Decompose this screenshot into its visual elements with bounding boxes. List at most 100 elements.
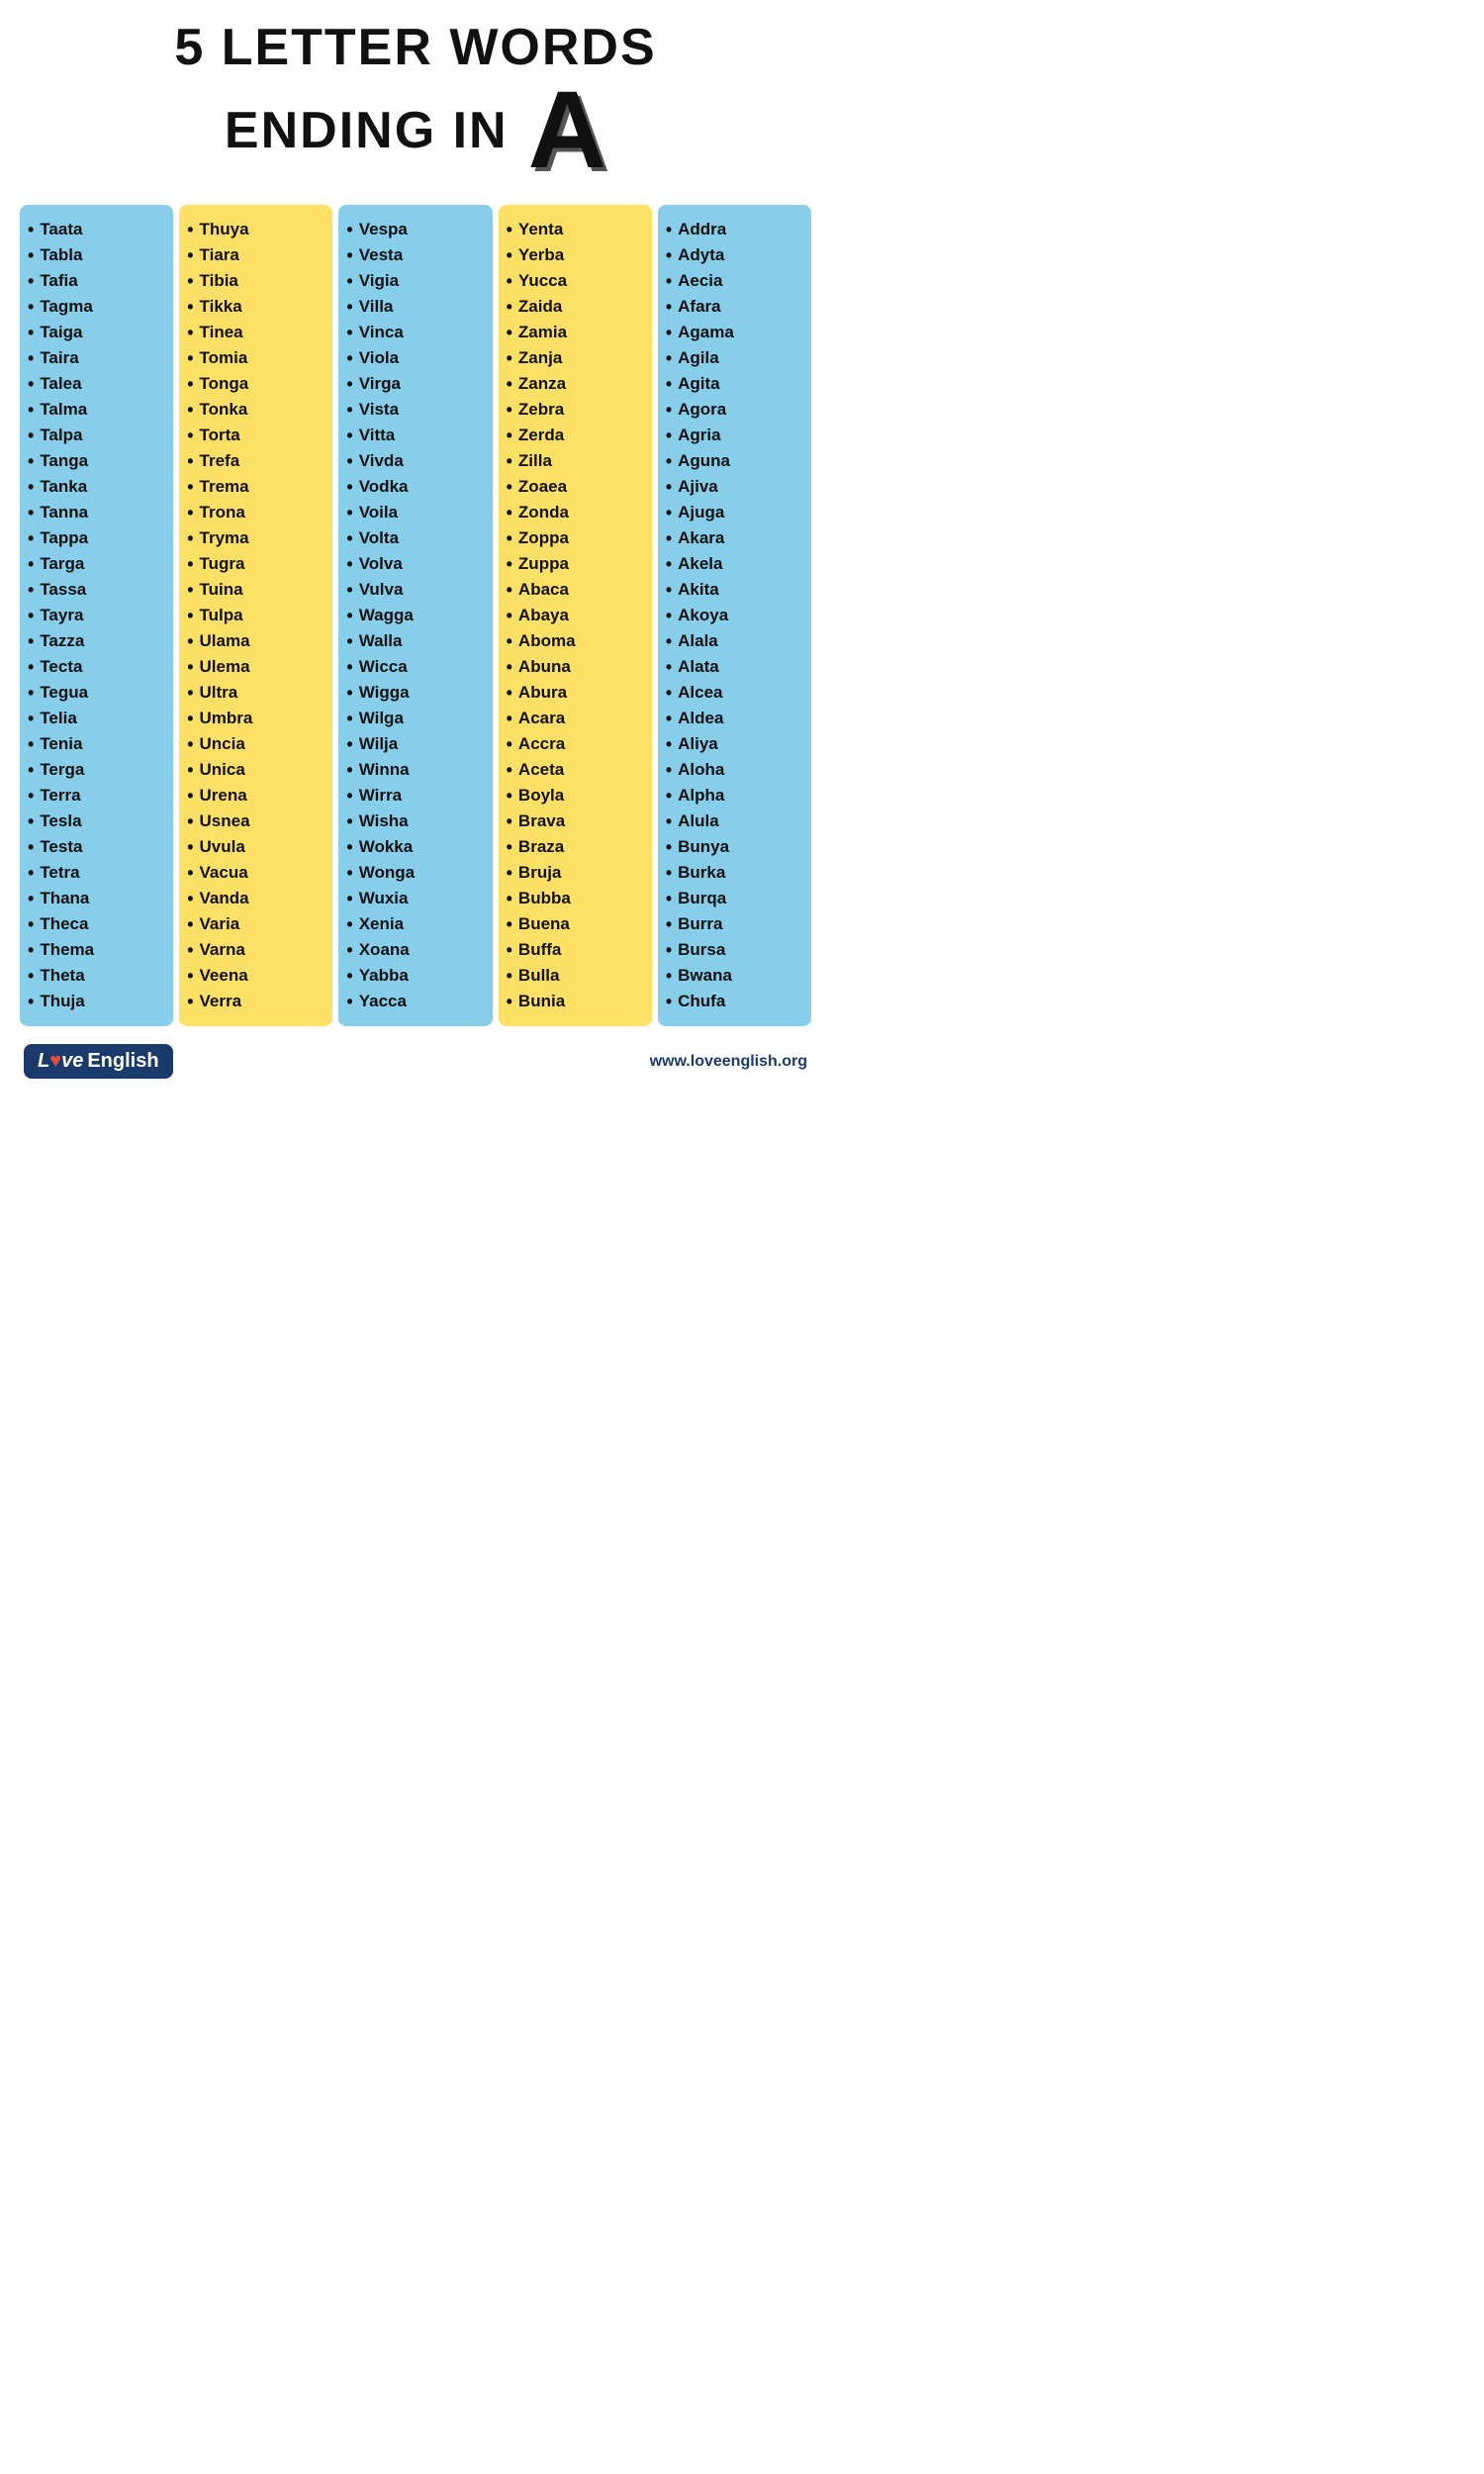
list-item: Theta [28, 963, 165, 989]
word-column-2: VespaVestaVigiaVillaVincaViolaVirgaVista… [338, 205, 492, 1026]
logo-love-text: L♥ve [38, 1050, 83, 1073]
list-item: Bulla [507, 963, 644, 989]
list-item: Tazza [28, 628, 165, 654]
list-item: Tinea [187, 320, 325, 345]
list-item: Terra [28, 783, 165, 809]
list-item: Agria [666, 423, 803, 448]
list-item: Vulva [346, 577, 484, 603]
list-item: Zanza [507, 371, 644, 397]
list-item: Xenia [346, 911, 484, 937]
list-item: Yucca [507, 268, 644, 294]
list-item: Zanja [507, 345, 644, 371]
list-item: Wilga [346, 706, 484, 731]
list-item: Abura [507, 680, 644, 706]
list-item: Tecta [28, 654, 165, 680]
list-item: Unica [187, 757, 325, 783]
list-item: Talea [28, 371, 165, 397]
logo: L♥ve English [24, 1044, 173, 1079]
list-item: Villa [346, 294, 484, 320]
list-item: Tabla [28, 242, 165, 268]
word-column-4: AddraAdytaAeciaAfaraAgamaAgilaAgitaAgora… [658, 205, 811, 1026]
list-item: Agama [666, 320, 803, 345]
list-item: Bursa [666, 937, 803, 963]
list-item: Viola [346, 345, 484, 371]
list-item: Acara [507, 706, 644, 731]
list-item: Buffa [507, 937, 644, 963]
list-item: Taata [28, 217, 165, 242]
list-item: Tanna [28, 500, 165, 525]
footer-url: www.loveenglish.org [650, 1053, 807, 1071]
list-item: Thana [28, 886, 165, 911]
list-item: Ajiva [666, 474, 803, 500]
list-item: Brava [507, 809, 644, 834]
list-item: Tiara [187, 242, 325, 268]
list-item: Virga [346, 371, 484, 397]
list-item: Vigia [346, 268, 484, 294]
list-item: Umbra [187, 706, 325, 731]
list-item: Aceta [507, 757, 644, 783]
list-item: Accra [507, 731, 644, 757]
list-item: Tonga [187, 371, 325, 397]
list-item: Tegua [28, 680, 165, 706]
list-item: Targa [28, 551, 165, 577]
list-item: Vespa [346, 217, 484, 242]
list-item: Terga [28, 757, 165, 783]
list-item: Akela [666, 551, 803, 577]
list-item: Torta [187, 423, 325, 448]
list-item: Uncia [187, 731, 325, 757]
list-item: Wicca [346, 654, 484, 680]
list-item: Zilla [507, 448, 644, 474]
list-item: Vesta [346, 242, 484, 268]
list-item: Varia [187, 911, 325, 937]
list-item: Tugra [187, 551, 325, 577]
list-item: Theca [28, 911, 165, 937]
list-item: Tesla [28, 809, 165, 834]
list-item: Ulema [187, 654, 325, 680]
list-item: Vivda [346, 448, 484, 474]
list-item: Vista [346, 397, 484, 423]
list-item: Thema [28, 937, 165, 963]
list-item: Alcea [666, 680, 803, 706]
list-item: Thuya [187, 217, 325, 242]
list-item: Tetra [28, 860, 165, 886]
list-item: Wigga [346, 680, 484, 706]
list-item: Wirra [346, 783, 484, 809]
list-item: Telia [28, 706, 165, 731]
list-item: Abuna [507, 654, 644, 680]
list-item: Alula [666, 809, 803, 834]
list-item: Volva [346, 551, 484, 577]
list-item: Talpa [28, 423, 165, 448]
list-item: Agita [666, 371, 803, 397]
list-item: Wuxia [346, 886, 484, 911]
list-item: Vodka [346, 474, 484, 500]
list-item: Volta [346, 525, 484, 551]
list-item: Trona [187, 500, 325, 525]
list-item: Winna [346, 757, 484, 783]
list-item: Tassa [28, 577, 165, 603]
list-item: Akara [666, 525, 803, 551]
list-item: Zerda [507, 423, 644, 448]
list-item: Tibia [187, 268, 325, 294]
list-item: Talma [28, 397, 165, 423]
list-item: Wokka [346, 834, 484, 860]
list-item: Adyta [666, 242, 803, 268]
list-item: Vacua [187, 860, 325, 886]
list-item: Walla [346, 628, 484, 654]
word-column-1: ThuyaTiaraTibiaTikkaTineaTomiaTongaTonka… [179, 205, 332, 1026]
list-item: Agora [666, 397, 803, 423]
list-item: Tenia [28, 731, 165, 757]
list-item: Tryma [187, 525, 325, 551]
list-item: Tanka [28, 474, 165, 500]
list-item: Zoppa [507, 525, 644, 551]
list-item: Wilja [346, 731, 484, 757]
list-item: Vanda [187, 886, 325, 911]
list-item: Ulama [187, 628, 325, 654]
word-columns: TaataTablaTafiaTagmaTaigaTairaTaleaTalma… [20, 205, 811, 1026]
list-item: Bubba [507, 886, 644, 911]
list-item: Tanga [28, 448, 165, 474]
list-item: Aliya [666, 731, 803, 757]
list-item: Tayra [28, 603, 165, 628]
list-item: Alala [666, 628, 803, 654]
list-item: Zebra [507, 397, 644, 423]
list-item: Wonga [346, 860, 484, 886]
